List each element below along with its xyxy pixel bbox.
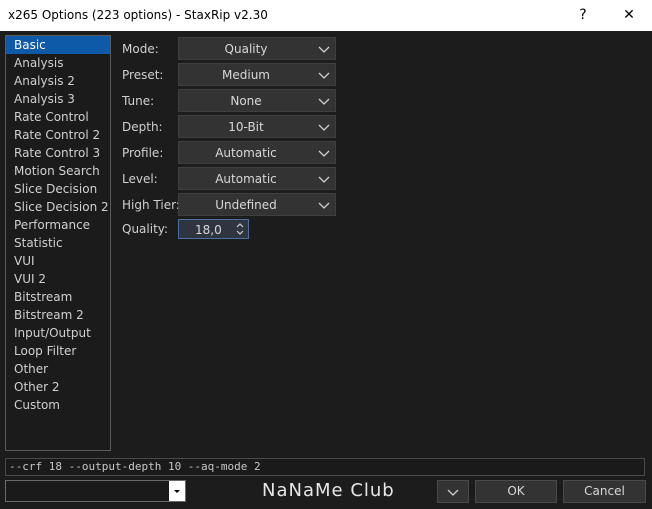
nav-item-vui-2[interactable]: VUI 2	[6, 270, 110, 288]
ok-button[interactable]: OK	[475, 480, 557, 503]
nav-item-motion-search[interactable]: Motion Search	[6, 162, 110, 180]
nav-item-analysis-2[interactable]: Analysis 2	[6, 72, 110, 90]
nav-item-analysis-3[interactable]: Analysis 3	[6, 90, 110, 108]
profile-combo[interactable]	[5, 480, 186, 502]
profile-label: Profile:	[122, 146, 164, 160]
nav-item-rate-control-2[interactable]: Rate Control 2	[6, 126, 110, 144]
nav-item-performance[interactable]: Performance	[6, 216, 110, 234]
nav-item-vui[interactable]: VUI	[6, 252, 110, 270]
help-button[interactable]: ?	[571, 4, 595, 26]
quality-label: Quality:	[122, 222, 169, 236]
preset-label: Preset:	[122, 68, 164, 82]
nav-item-other[interactable]: Other	[6, 360, 110, 378]
title-bar: x265 Options (223 options) - StaxRip v2.…	[0, 0, 652, 32]
chevron-down-icon	[318, 202, 330, 209]
chevron-down-icon	[318, 98, 330, 105]
nav-item-slice-decision[interactable]: Slice Decision	[6, 180, 110, 198]
depth-value: 10-Bit	[228, 120, 264, 134]
high-tier-label: High Tier:	[122, 198, 180, 212]
depth-label: Depth:	[122, 120, 163, 134]
nav-item-basic[interactable]: Basic	[6, 36, 110, 54]
nav-item-loop-filter[interactable]: Loop Filter	[6, 342, 110, 360]
chevron-down-icon	[318, 124, 330, 131]
tune-select[interactable]: None	[178, 89, 336, 112]
caret-down-icon	[174, 490, 180, 493]
nav-item-bitstream[interactable]: Bitstream	[6, 288, 110, 306]
tune-label: Tune:	[122, 94, 155, 108]
chevron-down-icon	[318, 72, 330, 79]
command-line-preview[interactable]: --crf 18 --output-depth 10 --aq-mode 2	[5, 458, 645, 476]
category-list[interactable]: Basic Analysis Analysis 2 Analysis 3 Rat…	[5, 35, 111, 451]
nav-item-rate-control[interactable]: Rate Control	[6, 108, 110, 126]
level-select[interactable]: Automatic	[178, 167, 336, 190]
nav-item-rate-control-3[interactable]: Rate Control 3	[6, 144, 110, 162]
chevron-down-icon	[447, 489, 459, 496]
chevron-down-icon	[318, 176, 330, 183]
level-value: Automatic	[215, 172, 277, 186]
nav-item-other-2[interactable]: Other 2	[6, 378, 110, 396]
nav-item-input-output[interactable]: Input/Output	[6, 324, 110, 342]
dialog-body: Basic Analysis Analysis 2 Analysis 3 Rat…	[0, 31, 652, 509]
menu-button[interactable]	[437, 480, 469, 503]
level-label: Level:	[122, 172, 158, 186]
high-tier-value: Undefined	[215, 198, 277, 212]
profile-value: Automatic	[215, 146, 277, 160]
preset-value: Medium	[222, 68, 270, 82]
depth-select[interactable]: 10-Bit	[178, 115, 336, 138]
mode-value: Quality	[224, 42, 268, 56]
profile-select[interactable]: Automatic	[178, 141, 336, 164]
mode-label: Mode:	[122, 42, 159, 56]
logo-text: NaNaMe Club	[262, 480, 395, 501]
chevron-down-icon	[318, 46, 330, 53]
nav-item-slice-decision-2[interactable]: Slice Decision 2	[6, 198, 110, 216]
close-button[interactable]: ✕	[617, 4, 641, 26]
nav-item-analysis[interactable]: Analysis	[6, 54, 110, 72]
spin-arrows-icon[interactable]	[234, 220, 246, 238]
window-title: x265 Options (223 options) - StaxRip v2.…	[8, 8, 268, 22]
chevron-down-icon	[318, 150, 330, 157]
high-tier-select[interactable]: Undefined	[178, 193, 336, 216]
nav-item-bitstream-2[interactable]: Bitstream 2	[6, 306, 110, 324]
nav-item-statistic[interactable]: Statistic	[6, 234, 110, 252]
preset-select[interactable]: Medium	[178, 63, 336, 86]
tune-value: None	[230, 94, 262, 108]
cancel-button[interactable]: Cancel	[563, 480, 646, 503]
dropdown-button[interactable]	[169, 481, 185, 501]
quality-value: 18,0	[195, 223, 222, 237]
nav-item-custom[interactable]: Custom	[6, 396, 110, 414]
mode-select[interactable]: Quality	[178, 37, 336, 60]
quality-stepper[interactable]: 18,0	[178, 219, 249, 239]
